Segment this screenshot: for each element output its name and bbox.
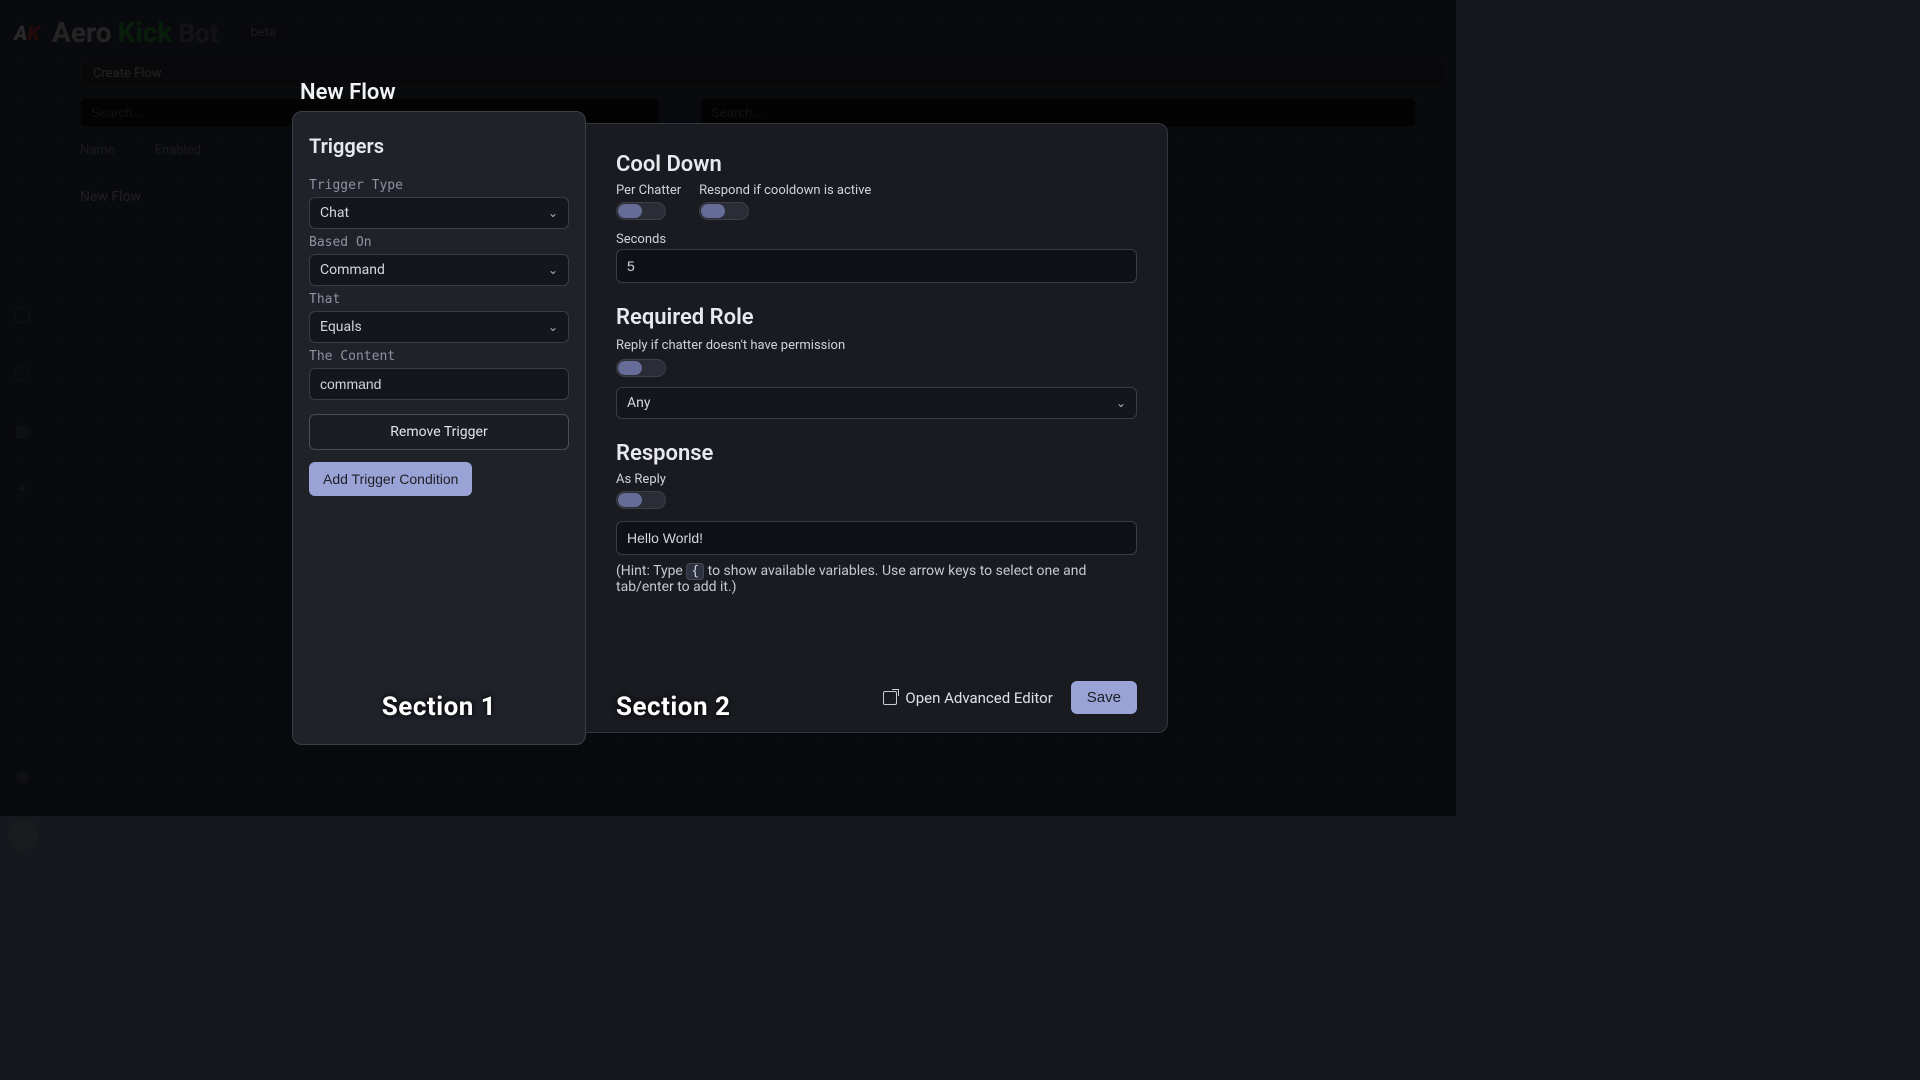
modal-title: New Flow xyxy=(300,80,396,105)
based-on-select[interactable]: Command ⌄ xyxy=(309,254,569,286)
settings-panel: Cool Down Per Chatter Respond if cooldow… xyxy=(586,123,1168,733)
response-heading: Response xyxy=(616,441,1137,466)
content-label: The Content xyxy=(309,349,569,364)
seconds-label: Seconds xyxy=(616,232,1137,247)
chevron-down-icon: ⌄ xyxy=(548,263,558,277)
per-chatter-label: Per Chatter xyxy=(616,183,681,198)
trigger-type-label: Trigger Type xyxy=(309,178,569,193)
chevron-down-icon: ⌄ xyxy=(548,206,558,220)
response-hint: (Hint: Type { to show available variable… xyxy=(616,563,1137,595)
per-chatter-toggle[interactable] xyxy=(616,202,666,220)
add-trigger-condition-button[interactable]: Add Trigger Condition xyxy=(309,462,472,496)
response-input[interactable] xyxy=(616,521,1137,555)
cooldown-heading: Cool Down xyxy=(616,152,1137,177)
content-input[interactable] xyxy=(309,368,569,400)
required-role-heading: Required Role xyxy=(616,305,1137,330)
external-link-icon xyxy=(883,691,897,705)
reply-no-permission-label: Reply if chatter doesn't have permission xyxy=(616,338,1137,353)
reply-no-permission-toggle[interactable] xyxy=(616,359,666,377)
based-on-label: Based On xyxy=(309,235,569,250)
triggers-panel: Triggers Trigger Type Chat ⌄ Based On Co… xyxy=(292,111,586,745)
seconds-input[interactable] xyxy=(616,249,1137,283)
save-button[interactable]: Save xyxy=(1071,681,1137,714)
chevron-down-icon: ⌄ xyxy=(548,320,558,334)
as-reply-toggle[interactable] xyxy=(616,491,666,509)
as-reply-label: As Reply xyxy=(616,472,1137,487)
respond-if-active-toggle[interactable] xyxy=(699,202,749,220)
triggers-heading: Triggers xyxy=(309,134,569,158)
role-select[interactable]: Any ⌄ xyxy=(616,387,1137,419)
that-label: That xyxy=(309,292,569,307)
flow-editor-modal: Triggers Trigger Type Chat ⌄ Based On Co… xyxy=(292,111,1168,745)
respond-if-active-label: Respond if cooldown is active xyxy=(699,183,871,198)
remove-trigger-button[interactable]: Remove Trigger xyxy=(309,414,569,450)
section-2-tag: Section 2 xyxy=(616,692,730,722)
that-select[interactable]: Equals ⌄ xyxy=(309,311,569,343)
chevron-down-icon: ⌄ xyxy=(1116,396,1126,410)
open-advanced-editor-link[interactable]: Open Advanced Editor xyxy=(883,689,1052,707)
brace-code: { xyxy=(686,563,704,580)
user-avatar[interactable] xyxy=(8,820,38,850)
section-1-tag: Section 1 xyxy=(293,692,585,722)
trigger-type-select[interactable]: Chat ⌄ xyxy=(309,197,569,229)
